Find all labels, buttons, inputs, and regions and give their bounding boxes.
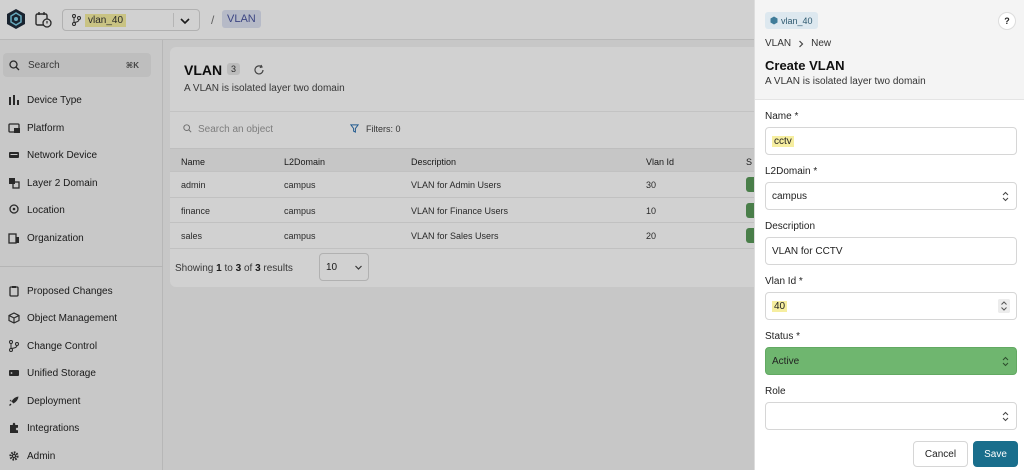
drawer-crumb-current: New [811, 38, 832, 49]
vlan-id-field[interactable]: 40 [765, 292, 1017, 320]
create-vlan-drawer: vlan_40 ? VLAN New Create VLAN A VLAN is… [754, 0, 1024, 470]
drawer-branch-badge: vlan_40 [765, 12, 818, 29]
status-value: Active [772, 356, 800, 367]
role-select[interactable] [765, 402, 1017, 430]
l2domain-value: campus [772, 191, 808, 202]
number-stepper-icon[interactable] [998, 299, 1010, 313]
drawer-breadcrumb: VLAN New [765, 38, 831, 49]
l2domain-select[interactable]: campus [765, 182, 1017, 210]
chevron-up-down-icon [1002, 356, 1009, 367]
branch-tag-icon [770, 16, 778, 25]
drawer-header: vlan_40 ? VLAN New Create VLAN A VLAN is… [755, 0, 1024, 100]
status-select[interactable]: Active [765, 347, 1017, 375]
status-label: Status * [765, 331, 801, 342]
save-button[interactable]: Save [973, 441, 1018, 467]
drawer-title: Create VLAN [765, 58, 845, 73]
role-label: Role [765, 386, 786, 397]
name-value: cctv [772, 136, 794, 147]
description-field[interactable]: VLAN for CCTV [765, 237, 1017, 265]
drawer-branch-name: vlan_40 [781, 15, 813, 26]
drawer-crumb-parent[interactable]: VLAN [765, 38, 791, 49]
chevron-right-icon [799, 40, 804, 47]
cancel-button[interactable]: Cancel [913, 441, 968, 467]
drawer-subtitle: A VLAN is isolated layer two domain [765, 76, 926, 87]
vlan-id-value: 40 [772, 301, 788, 312]
help-button[interactable]: ? [998, 12, 1016, 30]
name-field[interactable]: cctv [765, 127, 1017, 155]
description-value: VLAN for CCTV [772, 246, 843, 257]
chevron-up-down-icon [1002, 411, 1009, 422]
l2domain-label: L2Domain * [765, 166, 818, 177]
chevron-up-down-icon [1002, 191, 1009, 202]
vlan-id-label: Vlan Id * [765, 276, 803, 287]
modal-backdrop[interactable] [0, 0, 754, 470]
description-label: Description [765, 221, 816, 232]
name-label: Name * [765, 111, 799, 122]
